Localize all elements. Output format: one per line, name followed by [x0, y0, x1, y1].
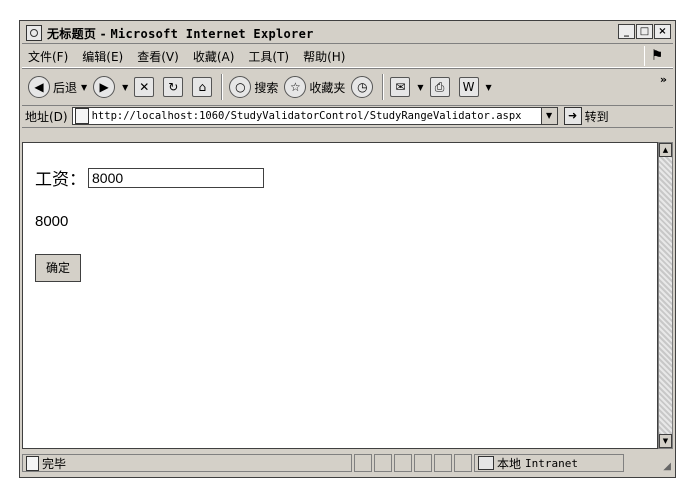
favorites-button[interactable]: ☆ 收藏夹 — [284, 76, 345, 98]
history-icon: ◷ — [351, 76, 374, 98]
page-icon — [74, 108, 89, 124]
status-main: 完毕 — [22, 454, 352, 472]
status-pane — [394, 454, 412, 472]
toolbar-divider — [221, 74, 224, 100]
zone-label-en: Intranet — [525, 456, 578, 470]
stop-button[interactable]: ✕ — [134, 77, 157, 97]
standard-toolbar: ◀ 后退 ▼ ▶ ▼ ✕ ↻ ⌂ ○ 搜索 ☆ 收藏夹 ◷ ✉ ▼ ⎙ W ▼ … — [22, 68, 673, 106]
windows-flag-icon: ⚑ — [644, 46, 669, 66]
edit-button[interactable]: W ▼ — [458, 77, 492, 97]
favorites-label: 收藏夹 — [309, 80, 346, 95]
toolbar-divider — [382, 74, 385, 100]
intranet-icon — [478, 456, 494, 470]
back-arrow-icon: ◀ — [28, 76, 50, 98]
back-label: 后退 — [53, 80, 78, 95]
ie-window: 无标题页 - Microsoft Internet Explorer _ □ ×… — [19, 20, 676, 478]
security-zone[interactable]: 本地 Intranet — [474, 454, 624, 472]
go-button[interactable]: ➜ 转到 — [563, 107, 609, 125]
address-bar: 地址(D) http://localhost:1060/StudyValidat… — [22, 105, 673, 128]
go-label: 转到 — [584, 109, 609, 124]
title-app: Microsoft Internet Explorer — [110, 26, 314, 41]
salary-echo-text: 8000 — [35, 213, 69, 230]
status-text: 完毕 — [42, 456, 67, 471]
maximize-button[interactable]: □ — [636, 24, 653, 39]
toolbar-overflow-icon[interactable]: » — [660, 73, 667, 86]
search-icon: ○ — [229, 76, 252, 98]
word-icon: W — [458, 77, 479, 97]
window-title: 无标题页 - Microsoft Internet Explorer — [47, 25, 314, 42]
mail-button[interactable]: ✉ ▼ — [390, 77, 424, 97]
refresh-icon: ↻ — [163, 77, 184, 97]
salary-label: 工资： — [35, 170, 86, 190]
page-content: 工资： 8000 8000 确定 — [22, 142, 658, 449]
title-separator: - — [96, 26, 111, 41]
title-page: 无标题页 — [47, 26, 97, 41]
menu-edit[interactable]: 编辑(E) — [76, 48, 131, 65]
address-dropdown-icon[interactable]: ▼ — [540, 108, 557, 124]
status-pane — [354, 454, 372, 472]
home-button[interactable]: ⌂ — [192, 77, 215, 97]
menu-help[interactable]: 帮助(H) — [297, 48, 353, 65]
status-pane — [454, 454, 472, 472]
scroll-down-icon[interactable]: ▼ — [659, 434, 672, 448]
menu-tools[interactable]: 工具(T) — [242, 48, 297, 65]
menu-favorites[interactable]: 收藏(A) — [187, 48, 243, 65]
confirm-button[interactable]: 确定 — [35, 254, 81, 282]
star-icon: ☆ — [284, 76, 307, 98]
forward-arrow-icon: ▶ — [93, 76, 116, 98]
address-url[interactable]: http://localhost:1060/StudyValidatorCont… — [92, 110, 522, 122]
minimize-button[interactable]: _ — [618, 24, 635, 39]
printer-icon: ⎙ — [429, 77, 450, 97]
status-bar: 完毕 本地 Intranet ◢ — [22, 451, 673, 475]
vertical-scrollbar[interactable]: ▲ ▼ — [658, 142, 673, 449]
scroll-up-icon[interactable]: ▲ — [659, 143, 672, 157]
salary-row: 工资： 8000 — [35, 165, 264, 190]
status-pane — [414, 454, 432, 472]
ie-icon — [26, 25, 42, 41]
done-page-icon — [26, 455, 39, 471]
history-button[interactable]: ◷ — [351, 76, 376, 98]
refresh-button[interactable]: ↻ — [163, 77, 186, 97]
mail-dropdown-icon[interactable]: ▼ — [417, 83, 423, 92]
status-pane — [374, 454, 392, 472]
stop-icon: ✕ — [134, 77, 155, 97]
search-button[interactable]: ○ 搜索 — [229, 76, 278, 98]
mail-icon: ✉ — [390, 77, 411, 97]
menu-bar: 文件(F) 编辑(E) 查看(V) 收藏(A) 工具(T) 帮助(H) ⚑ — [22, 45, 673, 68]
search-label: 搜索 — [254, 80, 279, 95]
back-button[interactable]: ◀ 后退 ▼ — [28, 76, 87, 98]
address-label: 地址(D) — [25, 109, 68, 124]
back-dropdown-icon[interactable]: ▼ — [81, 83, 87, 92]
salary-input[interactable]: 8000 — [88, 167, 264, 188]
home-icon: ⌂ — [192, 77, 213, 97]
menu-view[interactable]: 查看(V) — [131, 48, 187, 65]
forward-button[interactable]: ▶ ▼ — [93, 76, 128, 98]
forward-dropdown-icon[interactable]: ▼ — [122, 83, 128, 92]
title-bar[interactable]: 无标题页 - Microsoft Internet Explorer _ □ × — [22, 23, 673, 44]
menu-file[interactable]: 文件(F) — [22, 48, 76, 65]
zone-label: 本地 — [497, 456, 522, 471]
close-button[interactable]: × — [654, 24, 671, 39]
go-arrow-icon: ➜ — [563, 107, 582, 125]
print-button[interactable]: ⎙ — [429, 77, 453, 97]
edit-dropdown-icon[interactable]: ▼ — [486, 83, 492, 92]
address-input[interactable]: http://localhost:1060/StudyValidatorCont… — [71, 107, 558, 125]
status-pane — [434, 454, 452, 472]
resize-grip-icon[interactable]: ◢ — [663, 461, 671, 472]
window-controls: _ □ × — [618, 24, 671, 39]
